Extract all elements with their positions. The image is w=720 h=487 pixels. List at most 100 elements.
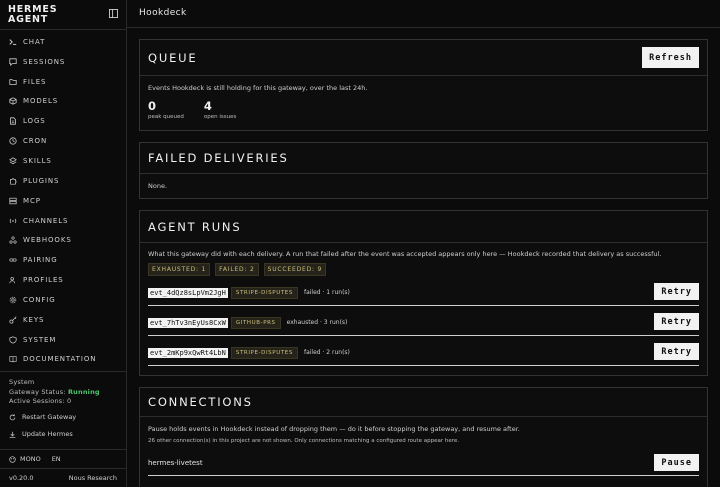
badge-exhausted: EXHAUSTED: 1 — [148, 263, 211, 276]
pause-button[interactable]: Pause — [654, 454, 699, 471]
system-actions: Restart Gateway Update Hermes — [9, 409, 117, 443]
source-tag: GITHUB-PRS — [230, 316, 281, 329]
sidebar-item-label: MODELS — [23, 97, 59, 106]
sidebar-item-label: DOCUMENTATION — [23, 355, 97, 364]
retry-button[interactable]: Retry — [654, 283, 699, 300]
agent-runs-title: AGENT RUNS — [148, 219, 242, 234]
active-sessions: Active Sessions: 0 — [9, 397, 117, 407]
brand-line-2: AGENT — [8, 13, 49, 25]
queue-card: QUEUE Refresh Events Hookdeck is still h… — [139, 39, 708, 131]
key-icon — [9, 316, 17, 324]
stat-open-issues: 4 open issues — [204, 99, 236, 120]
font-toggle[interactable]: MONO — [20, 455, 41, 463]
sidebar-item-label: FILES — [23, 77, 47, 86]
sidebar-item-documentation[interactable]: DOCUMENTATION — [0, 350, 126, 370]
agent-runs-body: What this gateway did with each delivery… — [140, 243, 707, 378]
update-hermes-label: Update Hermes — [22, 430, 73, 438]
active-sessions-label: Active Sessions: — [9, 397, 65, 405]
sidebar-item-config[interactable]: CONFIG — [0, 290, 126, 310]
sidebar-item-chat[interactable]: CHAT — [0, 32, 126, 52]
display-settings: MONO EN — [0, 449, 126, 468]
failed-deliveries-header: FAILED DELIVERIES — [140, 143, 707, 174]
sidebar-item-label: PLUGINS — [23, 176, 60, 185]
sidebar-footer: v0.20.0 Nous Research — [0, 468, 126, 487]
sidebar-collapse-icon[interactable] — [109, 9, 118, 18]
sidebar-item-files[interactable]: FILES — [0, 72, 126, 92]
sidebar-item-label: WEBHOOKS — [23, 236, 72, 245]
sidebar-item-keys[interactable]: KEYS — [0, 310, 126, 330]
run-status: exhausted · 3 run(s) — [286, 319, 348, 326]
connections-note: 26 other connection(s) in this project a… — [148, 438, 459, 444]
sidebar-item-plugins[interactable]: PLUGINS — [0, 171, 126, 191]
badge-succeeded: SUCCEEDED: 9 — [263, 263, 327, 276]
chat-bubble-icon — [9, 58, 17, 66]
source-tag: STRIPE-DISPUTES — [230, 346, 298, 359]
sidebar-item-label: CHANNELS — [23, 216, 69, 225]
update-hermes-button[interactable]: Update Hermes — [9, 426, 117, 443]
link-icon — [9, 256, 17, 264]
sidebar-item-label: LOGS — [23, 117, 46, 126]
connections-card: CONNECTIONS Pause holds events in Hookde… — [139, 387, 708, 487]
agent-runs-description: What this gateway did with each delivery… — [148, 250, 662, 258]
run-summary-badges: EXHAUSTED: 1 FAILED: 2 SUCCEEDED: 9 — [148, 263, 699, 276]
badge-failed: FAILED: 2 — [215, 263, 259, 276]
refresh-icon — [9, 413, 16, 420]
retry-button[interactable]: Retry — [654, 343, 699, 360]
download-icon — [9, 431, 16, 438]
sidebar-item-label: CONFIG — [23, 295, 56, 304]
event-id: evt_4dQz8sLpVm2JgH — [148, 287, 228, 298]
settings-icon — [9, 296, 17, 304]
retry-button[interactable]: Retry — [654, 313, 699, 330]
sidebar-item-system[interactable]: SYSTEM — [0, 330, 126, 350]
queue-description: Events Hookdeck is still holding for thi… — [148, 84, 368, 92]
failed-deliveries-body: None. — [148, 182, 168, 190]
connections-header: CONNECTIONS — [140, 388, 707, 417]
sidebar-item-skills[interactable]: SKILLS — [0, 151, 126, 171]
users-icon — [9, 276, 17, 284]
restart-gateway-button[interactable]: Restart Gateway — [9, 409, 117, 426]
active-sessions-value: 0 — [67, 397, 72, 405]
sidebar-item-profiles[interactable]: PROFILES — [0, 270, 126, 290]
run-row: evt_4dQz8sLpVm2JgH STRIPE-DISPUTES faile… — [148, 280, 699, 306]
sidebar-item-label: KEYS — [23, 315, 45, 324]
gateway-status: Gateway Status: Running — [9, 388, 117, 398]
sidebar-item-channels[interactable]: CHANNELS — [0, 211, 126, 231]
connections-description: Pause holds events in Hookdeck instead o… — [148, 425, 520, 433]
connection-name: hermes-livetest — [148, 458, 203, 467]
page-title: Hookdeck — [127, 0, 720, 28]
sidebar-item-label: PROFILES — [23, 276, 64, 285]
connections-title: CONNECTIONS — [148, 395, 253, 409]
shield-icon — [9, 335, 17, 344]
sidebar-item-cron[interactable]: CRON — [0, 131, 126, 151]
stat-label: peak queued — [148, 114, 184, 120]
language-toggle[interactable]: EN — [52, 455, 61, 463]
gateway-status-value: Running — [67, 387, 100, 396]
sidebar-item-models[interactable]: MODELS — [0, 92, 126, 112]
connection-row: hermes-livetest Pause — [148, 450, 699, 476]
queue-stats: 0 peak queued 4 open issues — [148, 99, 699, 120]
version-label: v0.20.0 — [9, 474, 34, 482]
run-status: failed · 2 run(s) — [303, 349, 350, 356]
event-id: evt_2mKp9xQwRt4LbN — [148, 347, 228, 358]
stat-peak-queued: 0 peak queued — [148, 99, 184, 120]
sidebar-nav: CHAT SESSIONS FILES MODELS LOGS CRON SKI… — [0, 30, 126, 369]
sidebar-item-label: SESSIONS — [23, 57, 66, 66]
sidebar-item-pairing[interactable]: PAIRING — [0, 250, 126, 270]
file-text-icon — [9, 117, 17, 125]
sidebar-item-mcp[interactable]: MCP — [0, 191, 126, 211]
connections-body: Pause holds events in Hookdeck instead o… — [140, 417, 707, 484]
layers-icon — [9, 157, 17, 165]
source-tag: STRIPE-DISPUTES — [230, 286, 298, 299]
sidebar-item-webhooks[interactable]: WEBHOOKS — [0, 230, 126, 250]
sidebar-item-sessions[interactable]: SESSIONS — [0, 52, 126, 72]
cube-icon — [9, 97, 17, 106]
brand: HERMES AGENT — [0, 0, 126, 30]
folder-icon — [9, 78, 17, 86]
run-status: failed · 1 run(s) — [303, 289, 350, 296]
refresh-button[interactable]: Refresh — [642, 47, 699, 68]
puzzle-icon — [9, 177, 17, 185]
sidebar: HERMES AGENT CHAT SESSIONS FILES MODELS … — [0, 0, 127, 487]
stat-value: 0 — [148, 99, 157, 113]
event-id: evt_7hTv3nEyUs8CxW — [148, 317, 228, 328]
sidebar-item-logs[interactable]: LOGS — [0, 111, 126, 131]
